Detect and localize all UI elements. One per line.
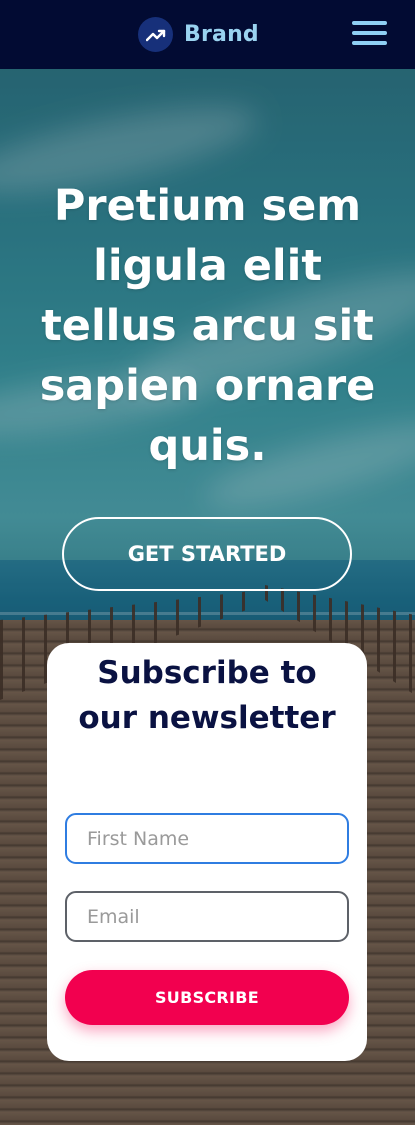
brand-name: Brand xyxy=(184,22,259,47)
brand-logo-link[interactable]: Brand xyxy=(138,17,259,52)
newsletter-card: Subscribe to our newsletter SUBSCRIBE xyxy=(47,643,367,1061)
hero-title: Pretium sem ligula elit tellus arcu sit … xyxy=(39,181,376,471)
get-started-button[interactable]: GET STARTED xyxy=(62,517,352,591)
subscribe-button[interactable]: SUBSCRIBE xyxy=(65,970,349,1025)
hamburger-menu-icon[interactable] xyxy=(352,21,387,48)
trending-up-icon xyxy=(138,17,173,52)
first-name-field[interactable] xyxy=(65,813,349,864)
email-field[interactable] xyxy=(65,891,349,942)
newsletter-title: Subscribe to our newsletter xyxy=(78,655,336,736)
top-nav-bar: Brand xyxy=(0,0,415,69)
